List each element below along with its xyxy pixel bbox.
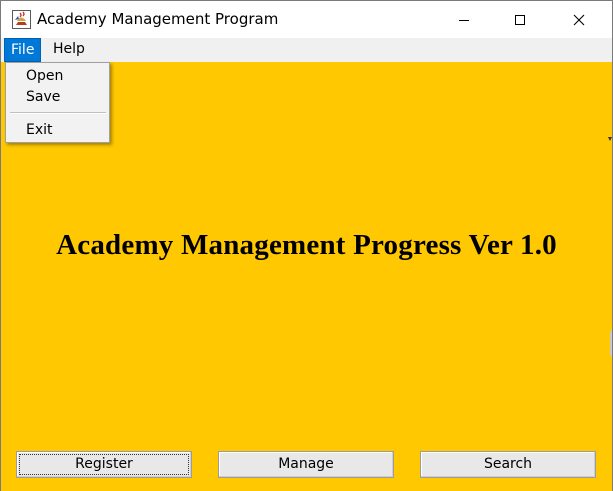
page-title: Academy Management Progress Ver 1.0 bbox=[56, 229, 557, 261]
menu-item-open[interactable]: Open bbox=[26, 68, 63, 84]
close-button[interactable] bbox=[556, 1, 602, 38]
close-icon bbox=[573, 14, 585, 26]
menu-item-exit[interactable]: Exit bbox=[26, 122, 53, 138]
menu-item-save[interactable]: Save bbox=[26, 89, 60, 105]
minimize-button[interactable] bbox=[441, 1, 487, 38]
file-dropdown-menu: Open Save Exit bbox=[5, 62, 110, 143]
manage-button[interactable]: Manage bbox=[218, 451, 394, 478]
menu-file[interactable]: File bbox=[4, 38, 42, 62]
menu-bar: File Help bbox=[1, 38, 612, 62]
register-button[interactable]: Register bbox=[16, 451, 192, 478]
menu-separator bbox=[10, 112, 106, 114]
menu-help[interactable]: Help bbox=[46, 38, 92, 62]
minimize-icon bbox=[458, 14, 470, 26]
java-cup-icon[interactable] bbox=[12, 10, 31, 29]
maximize-button[interactable] bbox=[497, 1, 543, 38]
maximize-icon bbox=[514, 14, 526, 26]
search-button[interactable]: Search bbox=[420, 451, 596, 478]
window-edge-divider bbox=[610, 331, 612, 356]
window-title: Academy Management Program bbox=[37, 10, 279, 28]
app-window: Academy Management Program File Help Aca… bbox=[0, 0, 613, 491]
title-bar[interactable]: Academy Management Program bbox=[1, 1, 612, 38]
edge-arrow-icon bbox=[608, 128, 612, 141]
